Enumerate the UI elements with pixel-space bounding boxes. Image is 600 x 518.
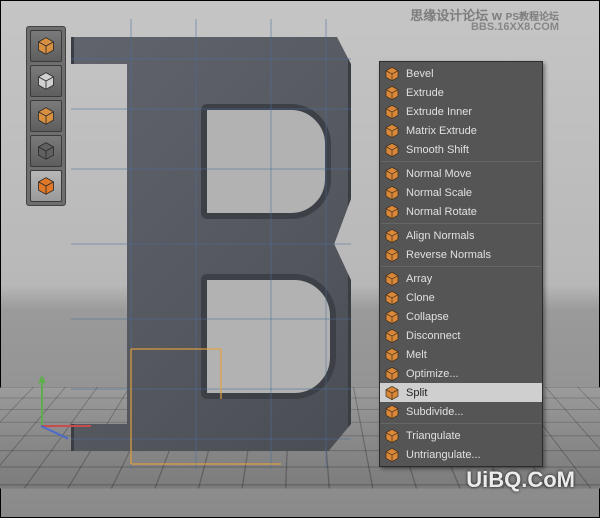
axis-y	[41, 377, 43, 427]
menu-item-untriangulate[interactable]: Untriangulate...	[380, 445, 542, 464]
menu-item-label: Optimize...	[406, 368, 534, 380]
menu-item-label: Normal Move	[406, 168, 534, 180]
menu-item-label: Untriangulate...	[406, 449, 534, 461]
menu-item-clone[interactable]: Clone	[380, 288, 542, 307]
menu-item-label: Align Normals	[406, 230, 534, 242]
menu-item-label: Melt	[406, 349, 534, 361]
mesh-object-letter-b[interactable]	[71, 19, 351, 469]
menu-item-label: Split	[406, 387, 534, 399]
optimize-icon	[384, 366, 400, 382]
untriangulate-icon	[384, 447, 400, 463]
normal-rotate-icon	[384, 204, 400, 220]
menu-item-label: Normal Scale	[406, 187, 534, 199]
menu-item-array[interactable]: Array	[380, 269, 542, 288]
menu-item-label: Smooth Shift	[406, 144, 534, 156]
polygon-context-menu: Bevel Extrude Extrude Inner Matrix Extrude S…	[379, 61, 543, 467]
axis-x	[41, 425, 91, 427]
split-icon	[384, 385, 400, 401]
matrix-extrude-icon	[384, 123, 400, 139]
mode-polygon-button[interactable]	[30, 170, 62, 202]
menu-item-extrude-inner[interactable]: Extrude Inner	[380, 102, 542, 121]
normal-move-icon	[384, 166, 400, 182]
menu-item-label: Subdivide...	[406, 406, 534, 418]
menu-item-subdivide[interactable]: Subdivide...	[380, 402, 542, 421]
menu-item-label: Normal Rotate	[406, 206, 534, 218]
extrude-inner-icon	[384, 104, 400, 120]
letter-b-counter-bottom	[201, 274, 336, 399]
menu-item-align-normals[interactable]: Align Normals	[380, 226, 542, 245]
mode-object-button[interactable]	[30, 30, 62, 62]
menu-item-label: Triangulate	[406, 430, 534, 442]
mode-material-button[interactable]	[30, 65, 62, 97]
menu-item-melt[interactable]: Melt	[380, 345, 542, 364]
mode-vertex-icon	[36, 106, 56, 126]
disconnect-icon	[384, 328, 400, 344]
normal-scale-icon	[384, 185, 400, 201]
menu-item-label: Collapse	[406, 311, 534, 323]
clone-icon	[384, 290, 400, 306]
menu-separator	[381, 161, 541, 162]
menu-item-label: Extrude	[406, 87, 534, 99]
menu-separator	[381, 266, 541, 267]
menu-item-triangulate[interactable]: Triangulate	[380, 426, 542, 445]
smooth-shift-icon	[384, 142, 400, 158]
menu-item-reverse-normals[interactable]: Reverse Normals	[380, 245, 542, 264]
bevel-icon	[384, 66, 400, 82]
mode-toolbox	[26, 26, 66, 206]
mode-edge-icon	[36, 141, 56, 161]
letter-b-counter-top	[201, 104, 331, 219]
menu-item-normal-move[interactable]: Normal Move	[380, 164, 542, 183]
menu-item-label: Matrix Extrude	[406, 125, 534, 137]
menu-item-matrix-extrude[interactable]: Matrix Extrude	[380, 121, 542, 140]
extrude-icon	[384, 85, 400, 101]
reverse-normals-icon	[384, 247, 400, 263]
mode-polygon-icon	[36, 176, 56, 196]
array-icon	[384, 271, 400, 287]
menu-item-bevel[interactable]: Bevel	[380, 64, 542, 83]
menu-separator	[381, 423, 541, 424]
menu-item-optimize[interactable]: Optimize...	[380, 364, 542, 383]
melt-icon	[384, 347, 400, 363]
mode-material-icon	[36, 71, 56, 91]
align-normals-icon	[384, 228, 400, 244]
letter-b-face	[71, 19, 351, 469]
mode-vertex-button[interactable]	[30, 100, 62, 132]
menu-separator	[381, 223, 541, 224]
menu-item-normal-rotate[interactable]: Normal Rotate	[380, 202, 542, 221]
menu-item-label: Reverse Normals	[406, 249, 534, 261]
menu-item-label: Array	[406, 273, 534, 285]
menu-item-label: Disconnect	[406, 330, 534, 342]
menu-item-disconnect[interactable]: Disconnect	[380, 326, 542, 345]
menu-item-label: Extrude Inner	[406, 106, 534, 118]
triangulate-icon	[384, 428, 400, 444]
menu-item-split[interactable]: Split	[380, 383, 542, 402]
menu-item-smooth-shift[interactable]: Smooth Shift	[380, 140, 542, 159]
axis-gizmo[interactable]	[31, 377, 91, 437]
mode-edge-button[interactable]	[30, 135, 62, 167]
collapse-icon	[384, 309, 400, 325]
menu-item-label: Bevel	[406, 68, 534, 80]
menu-item-label: Clone	[406, 292, 534, 304]
subdivide-icon	[384, 404, 400, 420]
mode-object-icon	[36, 36, 56, 56]
menu-item-collapse[interactable]: Collapse	[380, 307, 542, 326]
menu-item-normal-scale[interactable]: Normal Scale	[380, 183, 542, 202]
menu-item-extrude[interactable]: Extrude	[380, 83, 542, 102]
